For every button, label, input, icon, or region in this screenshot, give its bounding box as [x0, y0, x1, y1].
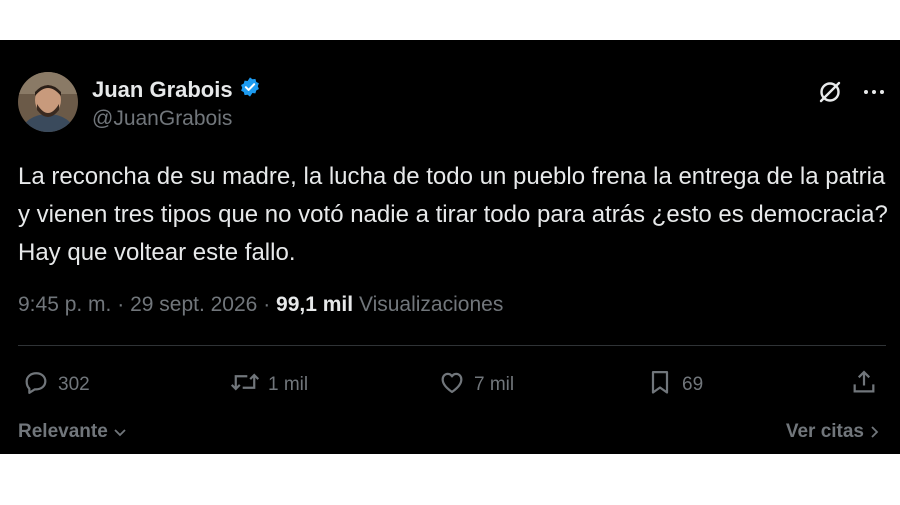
verified-badge-icon [239, 76, 261, 104]
sort-label: Relevante [18, 421, 108, 442]
tweet-card: Juan Grabois @JuanGrabois La reconcha de… [0, 40, 900, 454]
author-name[interactable]: Juan Grabois [92, 77, 233, 103]
like-button[interactable]: 7 mil [438, 368, 514, 402]
reply-icon [22, 368, 50, 402]
views-count[interactable]: 99,1 mil [276, 293, 353, 316]
tweet-date[interactable]: 29 sept. 2026 [130, 293, 257, 316]
bookmark-button[interactable]: 69 [646, 368, 703, 402]
like-count: 7 mil [474, 374, 515, 395]
sort-replies-button[interactable]: Relevante [18, 421, 128, 443]
author-name-row[interactable]: Juan Grabois [92, 76, 261, 104]
author-handle[interactable]: @JuanGrabois [92, 107, 232, 131]
reply-count: 302 [58, 374, 90, 395]
meta-separator: · [263, 293, 271, 316]
retweet-icon [230, 368, 260, 402]
view-quotes-link[interactable]: Ver citas [786, 421, 882, 443]
divider [18, 345, 886, 346]
chevron-right-icon [868, 424, 882, 440]
quotes-label: Ver citas [785, 421, 864, 442]
views-label[interactable]: Visualizaciones [359, 293, 503, 316]
share-icon [850, 368, 878, 402]
meta-separator: · [117, 293, 125, 316]
action-bar: 302 1 mil 7 mil 69 [22, 368, 884, 400]
reply-button[interactable]: 302 [22, 368, 90, 402]
avatar[interactable] [18, 72, 78, 132]
bookmark-count: 69 [682, 374, 704, 395]
share-button[interactable] [850, 368, 878, 402]
more-options-icon[interactable] [862, 80, 886, 109]
bookmark-icon [646, 368, 674, 402]
grok-icon[interactable] [816, 78, 844, 111]
tweet-meta: 9:45 p. m. · 29 sept. 2026 · 99,1 mil Vi… [18, 293, 503, 317]
retweet-button[interactable]: 1 mil [230, 368, 308, 402]
tweet-time[interactable]: 9:45 p. m. [18, 293, 111, 316]
heart-icon [438, 368, 466, 402]
retweet-count: 1 mil [268, 374, 309, 395]
chevron-down-icon [112, 424, 128, 440]
tweet-text: La reconcha de su madre, la lucha de tod… [18, 163, 888, 266]
